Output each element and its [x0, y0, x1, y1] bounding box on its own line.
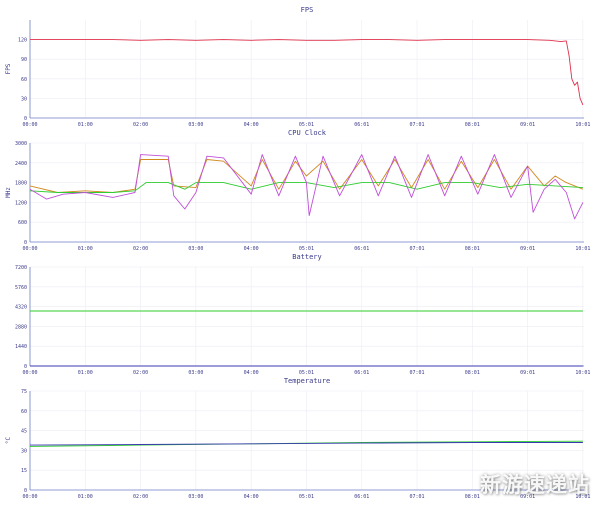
x-tick-label: 00:00 — [22, 494, 37, 500]
y-tick-label: 0 — [24, 364, 27, 370]
y-tick-label: 60 — [21, 409, 27, 415]
x-tick-label: 04:00 — [244, 494, 259, 500]
x-tick-label: 07:01 — [409, 122, 424, 128]
y-tick-label: 2880 — [15, 324, 27, 330]
x-tick-label: 10:01 — [575, 370, 590, 376]
chart-title: CPU Clock — [288, 129, 327, 137]
x-tick-label: 03:00 — [188, 494, 203, 500]
x-tick-label: 08:01 — [465, 122, 480, 128]
x-tick-label: 01:00 — [78, 122, 93, 128]
y-tick-label: 0 — [24, 488, 27, 494]
y-tick-label: 15 — [21, 468, 27, 474]
x-tick-label: 07:01 — [409, 246, 424, 252]
x-tick-label: 07:01 — [409, 370, 424, 376]
x-tick-label: 03:00 — [188, 246, 203, 252]
x-tick-label: 09:01 — [520, 370, 535, 376]
y-tick-label: 2400 — [15, 161, 27, 167]
x-tick-label: 03:00 — [188, 370, 203, 376]
x-tick-label: 04:00 — [244, 122, 259, 128]
x-tick-label: 04:00 — [244, 370, 259, 376]
y-tick-label: 0 — [24, 240, 27, 246]
y-tick-label: 75 — [21, 389, 27, 395]
x-tick-label: 08:01 — [465, 370, 480, 376]
x-tick-label: 00:00 — [22, 246, 37, 252]
y-tick-label: 1200 — [15, 200, 27, 206]
x-tick-label: 02:00 — [133, 122, 148, 128]
x-tick-label: 01:00 — [78, 246, 93, 252]
watermark-logo: 新游速递站 — [480, 473, 590, 497]
charts-svg: FPS00:00 01:00 02:00 03:00 04:00 05:01 06:01 07… — [5, 6, 590, 500]
chart-title: FPS — [301, 6, 314, 14]
x-tick-label: 02:00 — [133, 370, 148, 376]
y-tick-label: 45 — [21, 429, 27, 435]
x-tick-label: 02:00 — [133, 246, 148, 252]
x-tick-label: 09:01 — [520, 122, 535, 128]
x-tick-label: 06:01 — [354, 122, 369, 128]
x-tick-label: 05:01 — [299, 246, 314, 252]
x-tick-label: 08:01 — [465, 494, 480, 500]
y-tick-label: 0 — [24, 116, 27, 122]
chart-title: Temperature — [284, 377, 330, 385]
chart-panel-3: Battery 00:00 01:00 02:00 03:00 04:00 05:01 06:… — [15, 253, 590, 376]
y-tick-label: 600 — [18, 220, 27, 226]
y-tick-label: 60 — [21, 77, 27, 83]
x-tick-label: 04:00 — [244, 246, 259, 252]
x-tick-label: 09:01 — [520, 246, 535, 252]
y-tick-label: 1800 — [15, 181, 27, 187]
x-tick-label: 03:00 — [188, 122, 203, 128]
y-tick-label: 3000 — [15, 141, 27, 147]
x-tick-label: 05:01 — [299, 494, 314, 500]
x-tick-label: 00:00 — [22, 370, 37, 376]
x-tick-label: 10:01 — [575, 246, 590, 252]
y-tick-label: 4320 — [15, 305, 27, 311]
x-tick-label: 01:00 — [78, 494, 93, 500]
y-axis-label: °C — [5, 437, 12, 445]
x-tick-label: 07:01 — [409, 494, 424, 500]
x-tick-label: 00:00 — [22, 122, 37, 128]
y-tick-label: 30 — [21, 448, 27, 454]
x-tick-label: 06:01 — [354, 246, 369, 252]
chart-title: Battery — [292, 253, 322, 261]
y-tick-label: 90 — [21, 57, 27, 63]
chart-panel-1: FPS 00:00 01:00 02:00 03:00 04:00 05:01 06:01 07… — [5, 6, 590, 128]
y-tick-label: 7200 — [15, 265, 27, 271]
x-tick-label: 05:01 — [299, 122, 314, 128]
chart-panel-2: CPU Clock 00:00 01:00 02:00 03:00 04:00 05:01 0… — [5, 129, 590, 252]
y-tick-label: 30 — [21, 96, 27, 102]
y-tick-label: 5760 — [15, 285, 27, 291]
x-tick-label: 06:01 — [354, 494, 369, 500]
chart-stage: FPS 00:00 01:00 02:00 03:00 04:00 05:01 06:01 07… — [0, 0, 596, 503]
x-tick-label: 01:00 — [78, 370, 93, 376]
x-tick-label: 02:00 — [133, 494, 148, 500]
y-tick-label: 120 — [18, 38, 27, 44]
x-tick-label: 05:01 — [299, 370, 314, 376]
y-axis-label: MHz — [5, 187, 12, 198]
y-axis-label: FPS — [5, 63, 12, 74]
x-tick-label: 06:01 — [354, 370, 369, 376]
y-tick-label: 1440 — [15, 344, 27, 350]
x-tick-label: 10:01 — [575, 122, 590, 128]
x-tick-label: 08:01 — [465, 246, 480, 252]
